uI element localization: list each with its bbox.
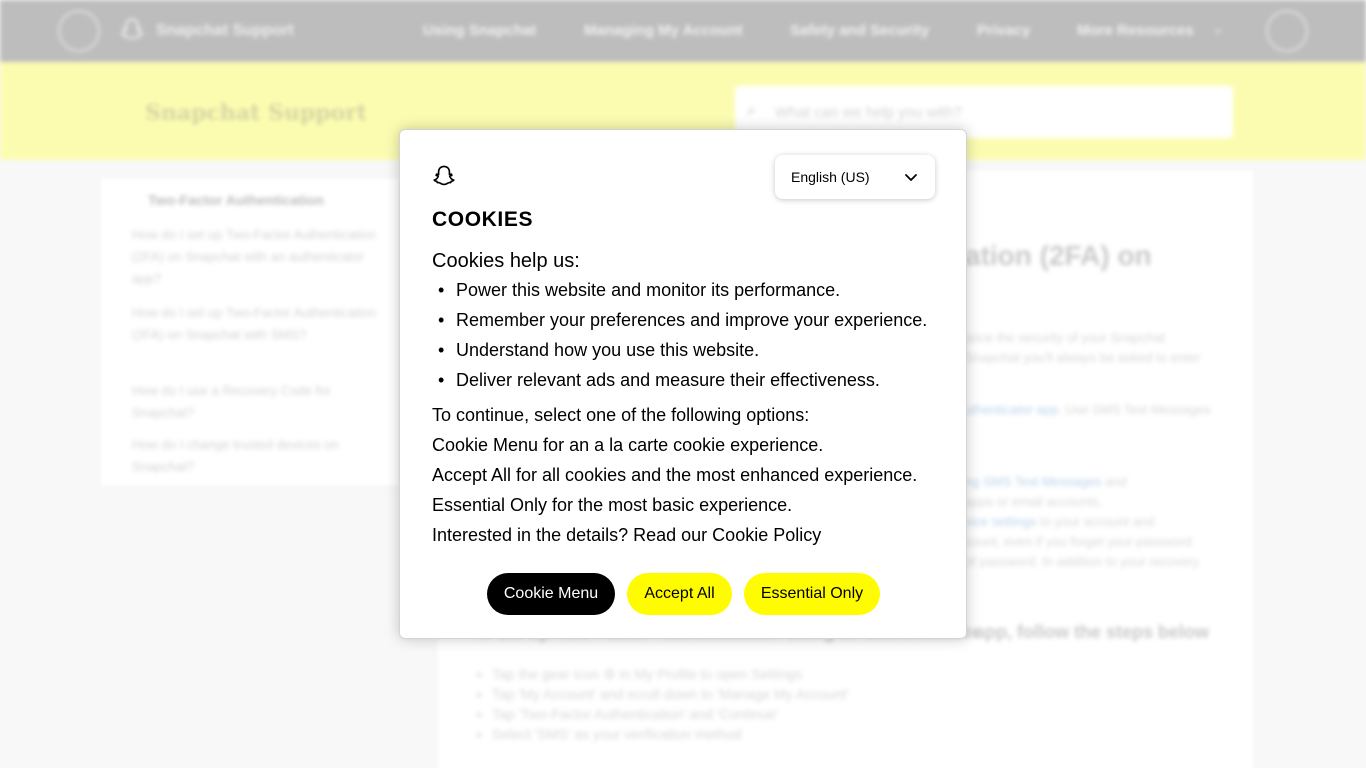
cookie-menu-description: Cookie Menu for an a la carte cookie exp… [432,435,824,455]
chevron-down-icon [905,174,917,181]
dialog-intro: Cookies help us: [432,250,580,272]
essential-only-description: Essential Only for the most basic experi… [432,495,793,515]
cookie-consent-dialog: English (US) COOKIES Cookies help us: Po… [399,129,967,639]
list-item: Deliver relevant ads and measure their e… [432,365,927,395]
essential-only-button[interactable]: Essential Only [744,573,880,615]
list-item: Remember your preferences and improve yo… [432,305,927,335]
cookie-policy-text[interactable]: Interested in the details? Read our Cook… [432,525,821,546]
cookie-purposes-list: Power this website and monitor its perfo… [432,275,927,395]
accept-all-description: Accept All for all cookies and the most … [432,465,918,485]
accept-all-button[interactable]: Accept All [627,573,732,615]
cookie-menu-button[interactable]: Cookie Menu [487,573,615,615]
list-item: Power this website and monitor its perfo… [432,275,927,305]
language-select-value: English (US) [791,169,870,185]
options-instruction: To continue, select one of the following… [432,405,810,425]
snapchat-ghost-icon [433,165,455,186]
list-item: Understand how you use this website. [432,335,927,365]
dialog-title: COOKIES [432,208,534,231]
language-select[interactable]: English (US) [775,155,935,199]
